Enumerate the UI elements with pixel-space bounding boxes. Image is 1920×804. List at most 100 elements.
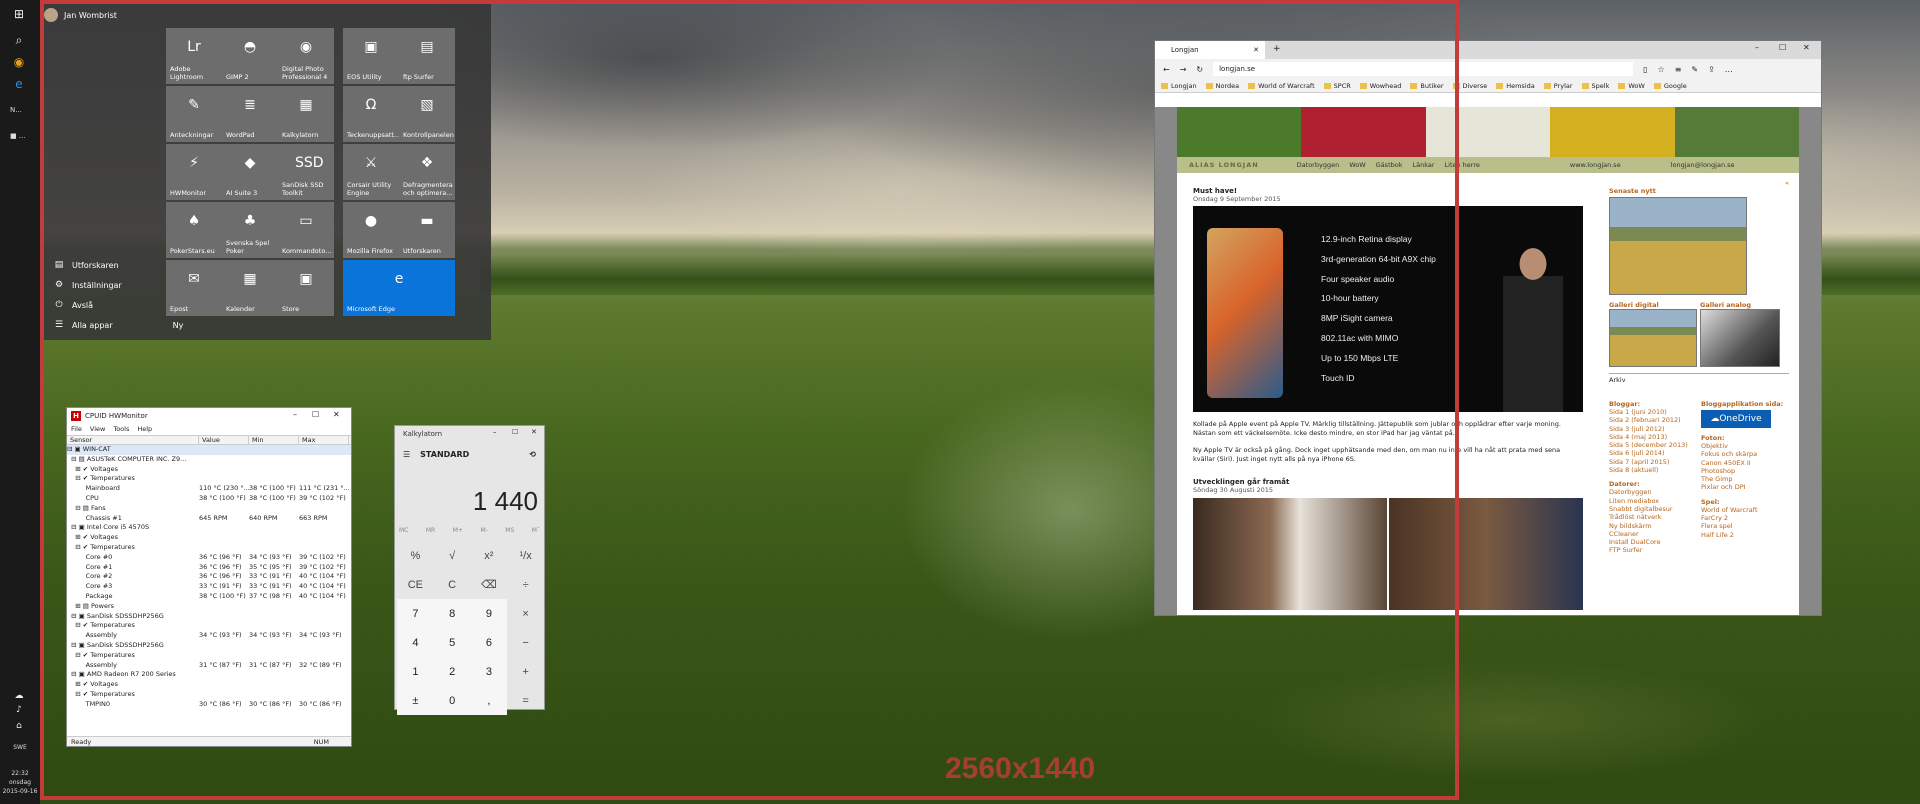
calc-key[interactable]: − [507,628,544,657]
maximize-icon[interactable]: ☐ [512,428,518,436]
col-max[interactable]: Max [299,436,349,444]
table-row[interactable]: ⊟ ✔ Temperatures [67,651,351,661]
tab-longjan[interactable]: Longjan ✕ [1155,41,1265,59]
table-row[interactable]: ⊞ ▤ Powers [67,602,351,612]
reading-view-icon[interactable]: ▯ [1643,65,1647,74]
sidebar-link[interactable]: World of Warcraft [1701,506,1789,514]
sidebar-link[interactable]: Fokus och skärpa [1701,450,1789,458]
tile-16[interactable]: ♣ Svenska Spel Poker [222,202,278,258]
tile-1[interactable]: ◓ GIMP 2 [222,28,278,84]
note-icon[interactable]: ✎ [1691,65,1698,74]
new-tab-icon[interactable]: + [1273,44,1281,54]
back-icon[interactable]: ← [1163,65,1170,74]
calc-key[interactable]: 4 [397,628,434,657]
calc-key[interactable]: ¹/x [507,541,544,570]
maximize-icon[interactable]: ☐ [1779,43,1786,52]
calc-key[interactable]: ⌫ [471,570,508,599]
memory-key[interactable]: MS [505,527,514,534]
table-row[interactable]: ⊟ ✔ Temperatures [67,543,351,553]
tile-19[interactable]: ▬ Utforskaren [399,202,455,258]
menu-help[interactable]: Help [137,424,152,435]
taskbar-item-0[interactable]: N... [10,106,22,114]
tile-13[interactable]: ⚔ Corsair Utility Engine [343,144,399,200]
calc-key[interactable]: ± [397,686,434,715]
table-row[interactable]: ⊟ ▣ SanDisk SDSSDHP256G [67,641,351,651]
table-row[interactable]: ⊟ ▤ ASUSTeK COMPUTER INC. Z9... [67,455,351,465]
share-icon[interactable]: ⇪ [1708,65,1715,74]
calc-key[interactable]: × [507,599,544,628]
sidebar-link[interactable]: Sida 7 (april 2015) [1609,458,1697,466]
sidebar-link[interactable]: Flera spel [1701,522,1789,530]
search-icon[interactable]: ⌕ [11,32,27,48]
favorite-item[interactable]: Wowhead [1359,79,1401,92]
sidebar-link[interactable]: The Gimp [1701,475,1789,483]
calc-key[interactable]: 7 [397,599,434,628]
windows-start-icon[interactable]: ⊞ [11,6,27,22]
more-icon[interactable]: … [1725,65,1733,74]
sidebar-link[interactable]: Install DualCore [1609,538,1697,546]
gallery-analog-thumb[interactable] [1700,309,1780,367]
favorite-item[interactable]: Hemsida [1496,79,1535,92]
memory-key[interactable]: M+ [453,527,463,534]
table-row[interactable]: ⊞ ✔ Voltages [67,465,351,475]
sidebar-link[interactable]: Liten mediabox [1609,497,1697,505]
gallery-digital-thumb[interactable] [1609,309,1697,367]
maximize-icon[interactable]: ☐ [312,410,319,419]
table-row[interactable]: ⊟ ▣ Intel Core i5 4570S [67,523,351,533]
table-row[interactable]: ⊟ ▤ Fans [67,504,351,514]
sidebar-link[interactable]: Sida 8 (aktuell) [1609,466,1697,474]
start-list-item-2[interactable]: ⏻ Avslå [54,300,93,310]
calc-key[interactable]: 5 [433,628,471,657]
edge-icon[interactable]: e [11,76,27,92]
tile-0[interactable]: Lr Adobe Lightroom [166,28,222,84]
url-input[interactable]: longjan.se [1213,62,1634,76]
tile-12[interactable]: SSD SanDisk SSD Toolkit [278,144,334,200]
calc-key[interactable]: % [397,541,434,570]
minimize-icon[interactable]: – [493,428,497,436]
col-sensor[interactable]: Sensor [67,436,199,444]
table-row[interactable]: ⊞ ✔ Voltages [67,680,351,690]
sidebar-link[interactable]: FarCry 2 [1701,514,1789,522]
table-row[interactable]: CPU 38 °C (100 °F) 38 °C (100 °F) 39 °C (10… [67,494,351,504]
calc-key[interactable]: 1 [397,657,434,686]
calc-key[interactable]: √ [434,541,471,570]
tab-close-icon[interactable]: ✕ [1253,41,1259,59]
sidebar-link[interactable]: Trådlöst nätverk [1609,513,1697,521]
tile-18[interactable]: ● Mozilla Firefox [343,202,399,258]
calc-key[interactable]: CE [397,570,434,599]
sidebar-link[interactable]: Ny bildskärm [1609,522,1697,530]
menu-view[interactable]: View [90,424,105,435]
sidebar-link[interactable]: FTP Surfer [1609,546,1697,554]
sidebar-link[interactable]: Pixlar och DPI [1701,483,1789,491]
table-row[interactable]: ⊟ ✔ Temperatures [67,690,351,700]
minimize-icon[interactable]: – [293,410,297,419]
favorite-item[interactable]: Prylar [1543,79,1573,92]
calc-key[interactable]: 3 [470,657,508,686]
onedrive-button[interactable]: ☁ OneDrive [1701,410,1771,428]
col-value[interactable]: Value [199,436,249,444]
tile-10[interactable]: ⚡ HWMonitor [166,144,222,200]
sidebar-link[interactable]: Sida 1 (juni 2010) [1609,408,1697,416]
history-icon[interactable]: ⟲ [529,450,536,459]
nav-lankar[interactable]: Länkar [1412,157,1434,173]
table-row[interactable]: Core #1 36 °C (96 °F) 35 °C (95 °F) 39 °C (… [67,563,351,573]
tile-8[interactable]: Ω Teckenuppsatt... [343,86,399,142]
hamburger-icon[interactable]: ☰ [403,450,410,459]
sidebar-link[interactable]: Sida 4 (maj 2013) [1609,433,1697,441]
table-row[interactable]: ⊟ ✔ Temperatures [67,474,351,484]
sidebar-link[interactable]: Photoshop [1701,467,1789,475]
tray-language[interactable]: SWE [0,744,40,752]
calc-key[interactable]: 0 [433,686,471,715]
start-user[interactable]: Jan Wombrist [44,8,117,22]
favorite-item[interactable]: World of Warcraft [1248,79,1315,92]
sidebar-link[interactable]: Canon 450EX II [1701,459,1789,467]
favorite-item[interactable]: Longjan [1161,79,1197,92]
hwmonitor-titlebar[interactable]: H CPUID HWMonitor [67,408,351,424]
nav-liten-herre[interactable]: Liten herre [1445,157,1480,173]
sidebar-link[interactable]: Objektiv [1701,442,1789,450]
tile-15[interactable]: ♠ PokerStars.eu [166,202,222,258]
favorite-item[interactable]: Diverse [1452,79,1487,92]
clock-time[interactable]: 22:32 [0,770,40,778]
start-list-item-3[interactable]: ☰ Alla appar Ny [54,320,183,330]
chrome-icon[interactable]: ◉ [11,54,27,70]
